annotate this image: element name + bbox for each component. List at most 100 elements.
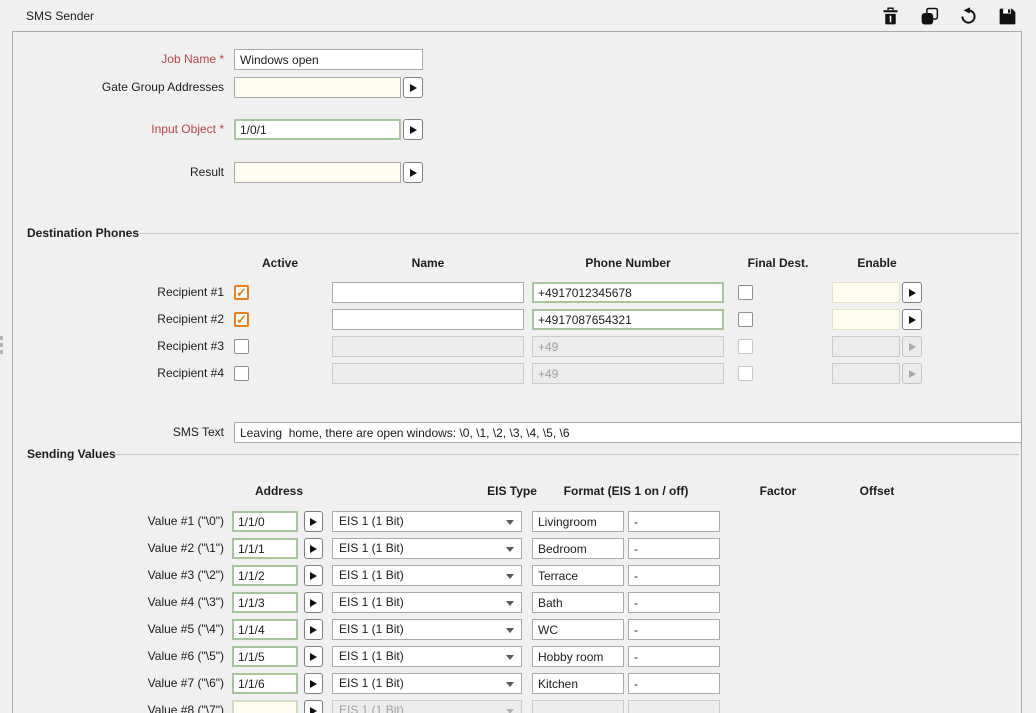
right-arrow-icon [909,343,916,351]
job-name-label: Job Name * [13,49,224,70]
address-select-button[interactable] [304,538,323,559]
eis-type-value: EIS 1 (1 Bit) [339,622,404,636]
format-off-input[interactable] [628,592,720,613]
enable-input[interactable] [832,282,900,303]
section-divider [115,454,1019,455]
format-off-input[interactable] [628,646,720,667]
right-arrow-icon [410,126,417,134]
address-select-button[interactable] [304,700,323,713]
delete-button[interactable] [879,5,901,27]
eis-type-dropdown[interactable]: EIS 1 (1 Bit) [332,646,522,667]
value-address-input[interactable] [232,646,298,667]
value-address-input[interactable] [232,619,298,640]
final-dest-checkbox [738,366,753,381]
enable-select-button [902,336,922,357]
format-on-input[interactable] [532,592,624,613]
sms-sender-window: SMS Sender [0,0,1036,713]
sms-text-input[interactable] [234,422,1022,443]
enable-input [832,336,900,357]
format-on-input[interactable] [532,673,624,694]
gate-group-addresses-select-button[interactable] [403,77,423,98]
format-on-input[interactable] [532,511,624,532]
format-on-input[interactable] [532,646,624,667]
value-address-input[interactable] [232,565,298,586]
eis-type-dropdown[interactable]: EIS 1 (1 Bit) [332,538,522,559]
recipient-name-input[interactable] [332,282,524,303]
address-select-button[interactable] [304,619,323,640]
result-input[interactable] [234,162,401,183]
value-address-input[interactable] [232,592,298,613]
eis-type-value: EIS 1 (1 Bit) [339,568,404,582]
panel-resize-grip[interactable] [0,336,3,354]
column-header-name: Name [412,256,445,270]
format-on-input[interactable] [532,565,624,586]
final-dest-checkbox[interactable] [738,312,753,327]
duplicate-button[interactable] [918,5,940,27]
copy-icon [919,6,940,27]
trash-icon [880,6,901,27]
reload-button[interactable] [957,5,979,27]
active-checkbox[interactable] [234,366,249,381]
chevron-down-icon [506,682,514,687]
format-off-input[interactable] [628,673,720,694]
enable-select-button[interactable] [902,282,922,303]
right-arrow-icon [909,289,916,297]
active-checkbox[interactable] [234,339,249,354]
column-header-offset: Offset [860,484,895,498]
format-off-input[interactable] [628,565,720,586]
chevron-down-icon [506,520,514,525]
save-icon [997,6,1018,27]
format-on-input[interactable] [532,538,624,559]
eis-type-value: EIS 1 (1 Bit) [339,649,404,663]
job-name-input[interactable] [234,49,423,70]
final-dest-checkbox[interactable] [738,285,753,300]
eis-type-dropdown[interactable]: EIS 1 (1 Bit) [332,619,522,640]
address-select-button[interactable] [304,565,323,586]
address-select-button[interactable] [304,646,323,667]
enable-select-button[interactable] [902,309,922,330]
result-select-button[interactable] [403,162,423,183]
result-label: Result [13,162,224,183]
phone-number-input[interactable] [532,282,724,303]
gate-group-addresses-label: Gate Group Addresses [13,77,224,98]
format-off-input[interactable] [628,538,720,559]
eis-type-dropdown[interactable]: EIS 1 (1 Bit) [332,592,522,613]
column-header-enable: Enable [857,256,896,270]
eis-type-value: EIS 1 (1 Bit) [339,541,404,555]
gate-group-addresses-input[interactable] [234,77,401,98]
column-header-active: Active [262,256,298,270]
format-off-input[interactable] [628,511,720,532]
input-object-input[interactable] [234,119,401,140]
address-select-button[interactable] [304,511,323,532]
format-on-input[interactable] [532,619,624,640]
address-select-button[interactable] [304,592,323,613]
save-button[interactable] [996,5,1018,27]
value-label: Value #8 ("\7") [13,700,224,713]
value-address-input[interactable] [232,700,298,713]
value-label: Value #5 ("\4") [13,619,224,640]
eis-type-dropdown[interactable]: EIS 1 (1 Bit) [332,673,522,694]
eis-type-dropdown[interactable]: EIS 1 (1 Bit) [332,565,522,586]
chevron-down-icon [506,547,514,552]
phone-number-input[interactable] [532,309,724,330]
input-object-label: Input Object * [13,119,224,140]
active-checkbox[interactable] [234,285,249,300]
right-arrow-icon [410,84,417,92]
value-label: Value #3 ("\2") [13,565,224,586]
enable-input[interactable] [832,309,900,330]
toolbar [879,5,1018,27]
chevron-down-icon [506,709,514,713]
active-checkbox[interactable] [234,312,249,327]
value-address-input[interactable] [232,538,298,559]
value-address-input[interactable] [232,673,298,694]
input-object-select-button[interactable] [403,119,423,140]
recipient-name-input[interactable] [332,309,524,330]
right-arrow-icon [310,653,317,661]
sms-text-label: SMS Text [13,422,224,443]
eis-type-dropdown[interactable]: EIS 1 (1 Bit) [332,511,522,532]
value-address-input[interactable] [232,511,298,532]
format-on-input [532,700,624,713]
format-off-input[interactable] [628,619,720,640]
address-select-button[interactable] [304,673,323,694]
chevron-down-icon [506,601,514,606]
